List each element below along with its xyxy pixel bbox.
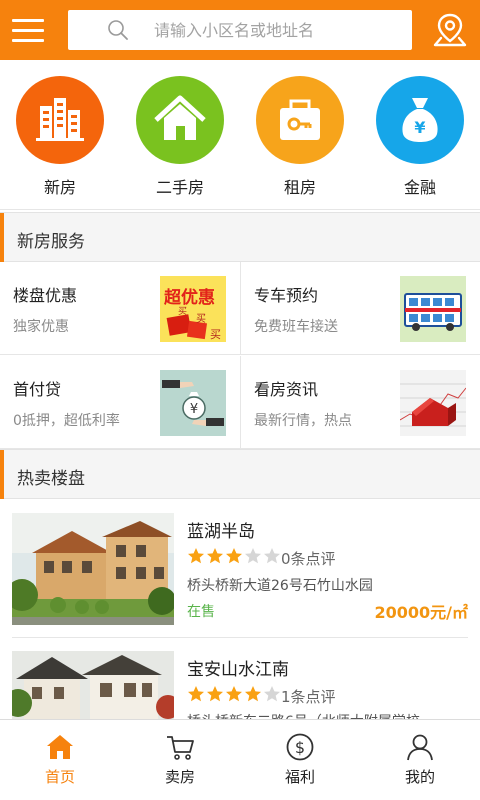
- star-filled-icon: [187, 547, 205, 565]
- category-label: 租房: [283, 178, 316, 197]
- money-bag-icon: ¥: [376, 76, 464, 164]
- thumbnail-tag: 买: [210, 328, 221, 341]
- category-rent[interactable]: 租房: [240, 76, 360, 197]
- top-bar: [0, 0, 480, 60]
- service-subtitle: 独家优惠: [13, 319, 69, 335]
- key-bag-icon: [256, 76, 344, 164]
- divider: [12, 637, 468, 638]
- section-title: 热卖楼盘: [17, 469, 85, 489]
- section-title: 新房服务: [17, 232, 85, 252]
- star-empty-icon: [263, 547, 281, 565]
- cart-icon: [167, 736, 194, 760]
- category-finance[interactable]: ¥ 金融: [360, 76, 480, 197]
- tab-label: 我的: [404, 768, 435, 786]
- service-title: 看房资讯: [254, 380, 319, 399]
- service-housing-news[interactable]: 看房资讯 最新行情，热点: [240, 356, 480, 449]
- tab-label: 福利: [284, 768, 315, 786]
- service-title: 首付贷: [13, 380, 62, 399]
- category-second-hand[interactable]: 二手房: [120, 76, 240, 197]
- section-accent-bar: [0, 213, 4, 262]
- search-box[interactable]: [68, 10, 412, 50]
- svg-text:¥: ¥: [190, 402, 198, 417]
- service-subtitle: 0抵押，超低利率: [13, 413, 120, 429]
- review-count: 0条点评: [281, 550, 336, 568]
- menu-button[interactable]: [10, 12, 46, 48]
- thumbnail-text: 超优惠: [164, 288, 215, 308]
- listing-price: 20000元/㎡: [374, 603, 468, 622]
- tab-label: 首页: [44, 768, 75, 786]
- dollar-circle-icon: $: [286, 733, 314, 761]
- listing-address: 桥头桥新大道26号石竹山水园: [187, 578, 373, 594]
- menu-icon-bar: [12, 19, 44, 22]
- svg-text:$: $: [295, 738, 305, 757]
- star-filled-icon: [187, 685, 205, 703]
- star-empty-icon: [244, 547, 262, 565]
- service-subtitle: 最新行情，热点: [254, 413, 352, 429]
- bus-thumbnail: [400, 276, 466, 342]
- category-row: 新房 二手房 租房 ¥ 金融: [0, 60, 480, 210]
- listing-photo: [12, 513, 174, 625]
- star-filled-icon: [225, 547, 243, 565]
- thumbnail-tag: 买: [178, 307, 188, 317]
- listing-address: 桥头桥新东二路6号（北师大附属学校: [187, 711, 420, 719]
- service-subtitle: 免费班车接送: [254, 319, 338, 335]
- section-accent-bar: [0, 450, 4, 499]
- service-title: 专车预约: [254, 286, 319, 305]
- home-icon: [47, 735, 73, 759]
- rating-stars: [187, 685, 282, 705]
- category-label: 二手房: [155, 178, 204, 197]
- section-header-new-house: 新房服务: [0, 212, 480, 262]
- category-label: 金融: [403, 178, 436, 197]
- category-new-house[interactable]: 新房: [0, 76, 120, 197]
- tab-home[interactable]: 首页: [0, 720, 120, 800]
- map-pin-icon[interactable]: [430, 10, 470, 50]
- search-icon: [108, 20, 128, 40]
- rating-stars: [187, 547, 282, 567]
- menu-icon-bar: [12, 39, 44, 42]
- star-empty-icon: [263, 685, 281, 703]
- listing-card[interactable]: 蓝湖半岛 0条点评 桥头桥新大道26号石竹山水园 在售 20000元/㎡: [12, 513, 468, 637]
- listing-card[interactable]: 宝安山水江南 1条点评 桥头桥新东二路6号（北师大附属学校: [12, 651, 468, 719]
- listing-name: 蓝湖半岛: [187, 522, 255, 542]
- listing-name: 宝安山水江南: [187, 660, 289, 680]
- sale-status: 在售: [187, 604, 215, 620]
- search-input[interactable]: [154, 16, 394, 44]
- menu-icon-bar: [12, 29, 44, 32]
- listing-photo: [12, 651, 174, 719]
- star-filled-icon: [206, 547, 224, 565]
- tab-benefits[interactable]: $ 福利: [240, 720, 360, 800]
- section-header-hot: 热卖楼盘: [0, 449, 480, 499]
- review-count: 1条点评: [281, 688, 336, 706]
- thumbnail-tag: 买: [196, 314, 206, 325]
- tab-sell[interactable]: 卖房: [120, 720, 240, 800]
- buildings-icon: [16, 76, 104, 164]
- tab-label: 卖房: [164, 768, 195, 786]
- star-filled-icon: [225, 685, 243, 703]
- loan-thumbnail: ¥: [160, 370, 226, 436]
- star-filled-icon: [206, 685, 224, 703]
- service-title: 楼盘优惠: [13, 286, 78, 305]
- service-shuttle[interactable]: 专车预约 免费班车接送: [240, 262, 480, 355]
- category-label: 新房: [43, 178, 76, 197]
- svg-text:¥: ¥: [414, 118, 425, 137]
- service-deals[interactable]: 楼盘优惠 独家优惠 超优惠 买 买 买: [0, 262, 240, 355]
- house-icon: [136, 76, 224, 164]
- deals-thumbnail: 超优惠 买 买 买: [160, 276, 226, 342]
- star-filled-icon: [244, 685, 262, 703]
- tab-mine[interactable]: 我的: [360, 720, 480, 800]
- user-icon: [407, 734, 433, 761]
- bottom-tab-bar: 首页 卖房 $ 福利 我的: [0, 719, 480, 800]
- service-down-payment-loan[interactable]: 首付贷 0抵押，超低利率 ¥: [0, 356, 240, 449]
- news-thumbnail: [400, 370, 466, 436]
